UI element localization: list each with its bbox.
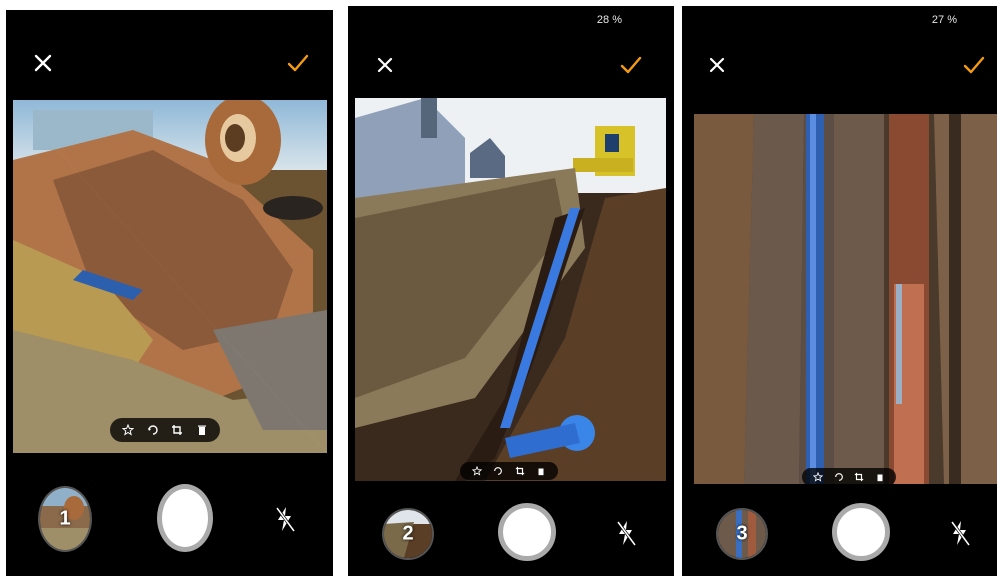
shutter-button[interactable] [157, 484, 213, 552]
star-icon[interactable] [120, 422, 136, 438]
captured-photo [13, 100, 327, 453]
confirm-button[interactable] [281, 46, 315, 80]
photo-edit-toolbar [460, 462, 558, 480]
star-icon[interactable] [810, 469, 826, 485]
flash-off-icon [950, 521, 971, 546]
thumbnail-count: 3 [736, 522, 748, 545]
confirm-button[interactable] [957, 48, 991, 82]
rotate-icon[interactable] [831, 469, 847, 485]
shutter-button[interactable] [832, 503, 890, 561]
photo-edit-toolbar [110, 418, 220, 442]
camera-screen-1: 1 [6, 10, 333, 576]
close-button[interactable] [700, 48, 734, 82]
flash-toggle[interactable] [613, 518, 639, 548]
battery-status: 27 % [931, 14, 957, 26]
captured-photo [355, 98, 666, 481]
check-icon [620, 56, 642, 74]
camera-screen-2: 28 % 2 [348, 6, 674, 576]
shutter-button[interactable] [498, 503, 556, 561]
delete-icon[interactable] [533, 463, 549, 479]
star-icon[interactable] [469, 463, 485, 479]
crop-icon[interactable] [169, 422, 185, 438]
thumbnail-count: 1 [59, 507, 71, 530]
rotate-icon[interactable] [145, 422, 161, 438]
captured-photo [694, 114, 997, 484]
flash-toggle[interactable] [272, 504, 298, 534]
flash-off-icon [275, 507, 296, 532]
delete-icon[interactable] [194, 422, 210, 438]
crop-icon[interactable] [512, 463, 528, 479]
thumbnail-count: 2 [402, 522, 414, 545]
check-icon [287, 54, 309, 72]
camera-screen-3: 27 % 3 [682, 6, 997, 576]
close-icon [34, 54, 52, 72]
close-icon [709, 57, 725, 73]
close-button[interactable] [26, 46, 60, 80]
flash-toggle[interactable] [947, 518, 973, 548]
check-icon [963, 56, 985, 74]
gallery-thumbnail[interactable]: 2 [382, 508, 434, 560]
rotate-icon[interactable] [490, 463, 506, 479]
confirm-button[interactable] [614, 48, 648, 82]
close-icon [377, 57, 393, 73]
battery-status: 28 % [596, 14, 622, 26]
delete-icon[interactable] [872, 469, 888, 485]
gallery-thumbnail[interactable]: 3 [716, 508, 768, 560]
photo-edit-toolbar [802, 468, 896, 486]
gallery-thumbnail[interactable]: 1 [38, 486, 92, 552]
crop-icon[interactable] [851, 469, 867, 485]
flash-off-icon [616, 521, 637, 546]
close-button[interactable] [368, 48, 402, 82]
